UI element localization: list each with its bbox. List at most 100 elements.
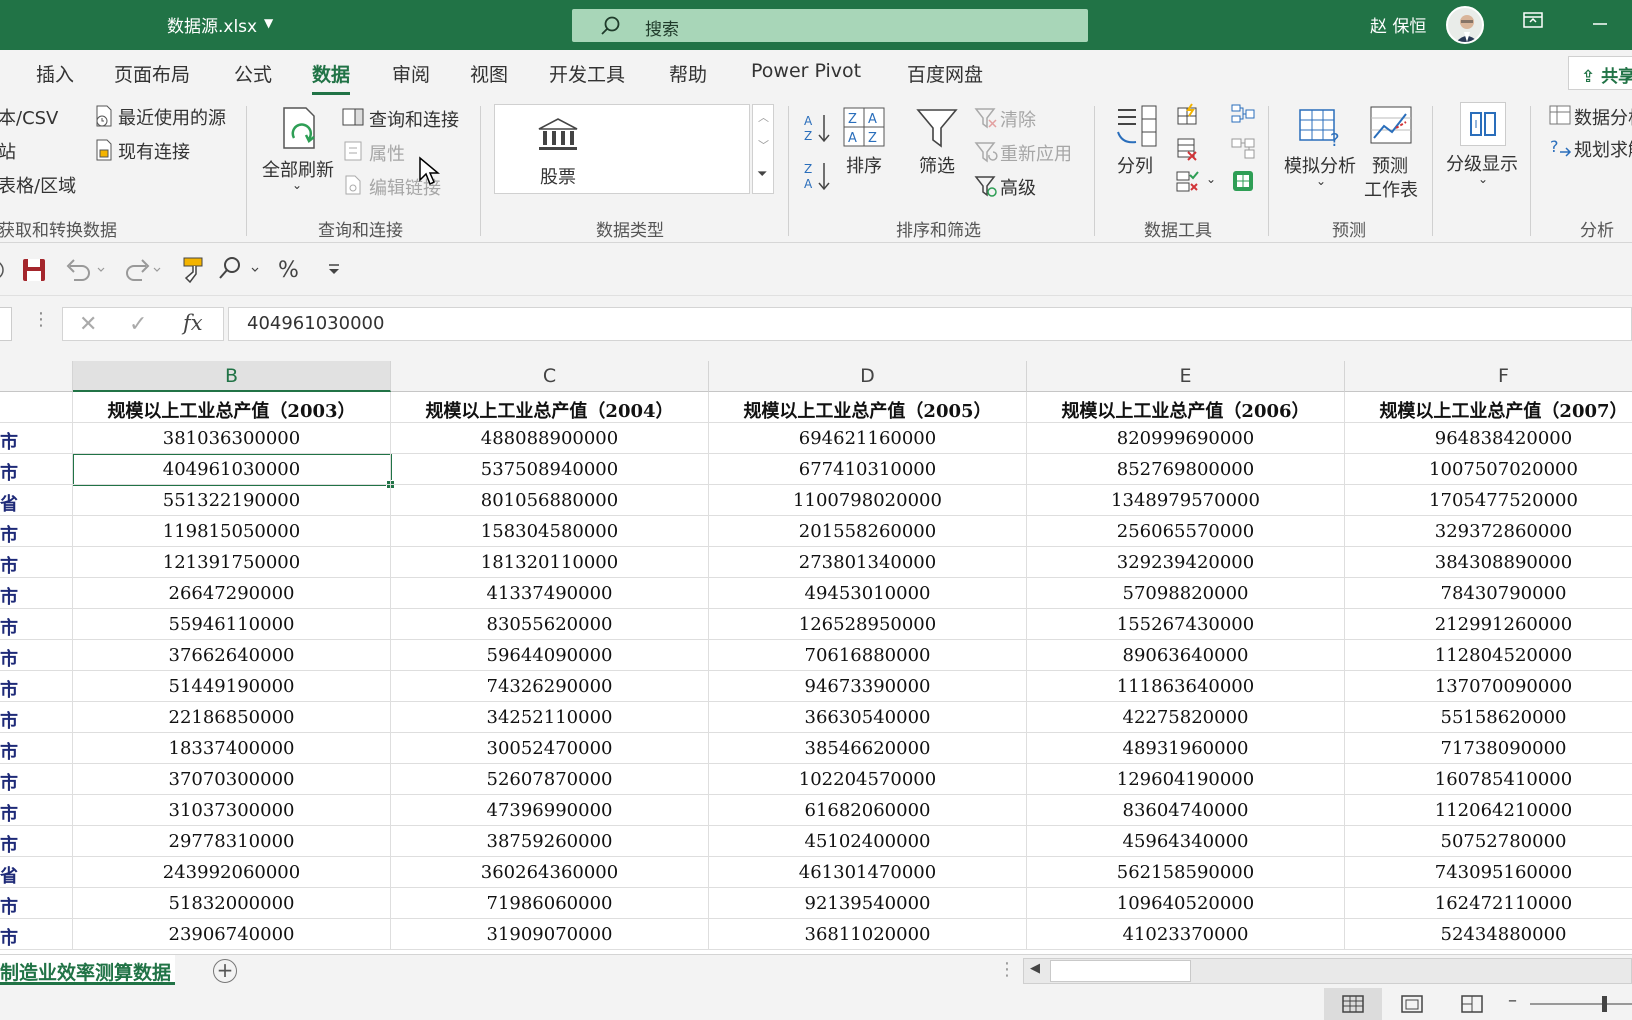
table-cell[interactable]: 121391750000 xyxy=(73,547,391,578)
table-cell[interactable]: 329239420000 xyxy=(1027,547,1345,578)
advanced-button[interactable]: 高级 xyxy=(1000,174,1036,200)
table-cell[interactable]: 694621160000 xyxy=(709,423,1027,454)
table-cell[interactable]: 23906740000 xyxy=(73,919,391,950)
from-web-button[interactable]: 站 xyxy=(0,138,16,164)
autosave-icon[interactable] xyxy=(0,258,8,286)
add-sheet-icon[interactable]: + xyxy=(213,959,237,983)
table-cell[interactable]: 256065570000 xyxy=(1027,516,1345,547)
what-if-analysis-icon[interactable]: ? xyxy=(1296,104,1344,152)
reapply-button[interactable]: 重新应用 xyxy=(1000,140,1072,166)
table-cell[interactable]: 181320110000 xyxy=(391,547,709,578)
table-cell[interactable]: 461301470000 xyxy=(709,857,1027,888)
forecast-sheet-icon[interactable] xyxy=(1368,104,1414,150)
from-text-csv-button[interactable]: 本/CSV xyxy=(0,104,58,130)
table-cell[interactable]: 1100798020000 xyxy=(709,485,1027,516)
tab-page-layout[interactable]: 页面布局 xyxy=(114,60,190,87)
data-analysis-button[interactable]: 数据分析 xyxy=(1574,104,1632,130)
table-cell[interactable]: 45964340000 xyxy=(1027,826,1345,857)
more-icon[interactable]: ⏷ xyxy=(757,167,767,182)
cell-region[interactable]: 市 xyxy=(0,516,73,547)
table-cell[interactable]: 160785410000 xyxy=(1345,764,1632,795)
cell-region[interactable]: 市 xyxy=(0,733,73,764)
chevron-up-icon[interactable]: ︿ xyxy=(758,109,769,125)
table-cell[interactable]: 26647290000 xyxy=(73,578,391,609)
scroll-thumb[interactable] xyxy=(1050,960,1191,982)
cancel-icon[interactable]: ✕ xyxy=(79,312,97,337)
forecast-sheet-label-1[interactable]: 预测 xyxy=(1372,152,1408,178)
recent-sources-button[interactable]: 最近使用的源 xyxy=(118,104,226,130)
from-table-range-button[interactable]: 表格/区域 xyxy=(0,172,76,198)
page-layout-view-icon[interactable] xyxy=(1400,994,1424,1018)
table-cell[interactable]: 89063640000 xyxy=(1027,640,1345,671)
table-cell[interactable]: 162472110000 xyxy=(1345,888,1632,919)
formula-input[interactable]: 404961030000 xyxy=(228,307,1632,341)
table-cell[interactable]: 137070090000 xyxy=(1345,671,1632,702)
cell-region[interactable]: 市 xyxy=(0,671,73,702)
format-painter-icon[interactable] xyxy=(178,254,208,288)
search-box[interactable]: 搜索 xyxy=(572,9,1088,42)
table-cell[interactable]: 102204570000 xyxy=(709,764,1027,795)
tab-insert[interactable]: 插入 xyxy=(36,60,74,87)
table-cell[interactable]: 57098820000 xyxy=(1027,578,1345,609)
stocks-button[interactable]: 股票 xyxy=(540,163,576,189)
header-cell[interactable]: 规模以上工业总产值（2003） xyxy=(73,392,391,423)
find-icon[interactable] xyxy=(216,254,262,288)
cell-region[interactable]: 市 xyxy=(0,578,73,609)
table-cell[interactable]: 92139540000 xyxy=(709,888,1027,919)
table-cell[interactable]: 49453010000 xyxy=(709,578,1027,609)
data-validation-icon[interactable] xyxy=(1174,168,1200,198)
cell-region[interactable]: 市 xyxy=(0,888,73,919)
table-cell[interactable]: 801056880000 xyxy=(391,485,709,516)
table-cell[interactable]: 158304580000 xyxy=(391,516,709,547)
confirm-icon[interactable]: ✓ xyxy=(129,312,147,337)
table-cell[interactable]: 38759260000 xyxy=(391,826,709,857)
table-cell[interactable]: 38546620000 xyxy=(709,733,1027,764)
data-types-gallery[interactable]: 股票 xyxy=(494,104,750,194)
user-name[interactable]: 赵 保恒 xyxy=(1370,12,1426,37)
table-cell[interactable]: 47396990000 xyxy=(391,795,709,826)
table-cell[interactable]: 29778310000 xyxy=(73,826,391,857)
avatar[interactable] xyxy=(1446,6,1484,44)
table-cell[interactable]: 273801340000 xyxy=(709,547,1027,578)
properties-button[interactable]: 属性 xyxy=(369,140,405,166)
table-cell[interactable]: 31037300000 xyxy=(73,795,391,826)
redo-icon[interactable] xyxy=(120,256,164,288)
data-model-icon[interactable] xyxy=(1230,168,1256,198)
column-header-b[interactable]: B xyxy=(73,361,391,392)
sort-descending-icon[interactable]: ZA xyxy=(802,160,832,196)
chevron-down-icon[interactable]: ⌄ xyxy=(1478,172,1488,186)
table-cell[interactable]: 126528950000 xyxy=(709,609,1027,640)
consolidate-icon[interactable] xyxy=(1230,102,1256,132)
existing-connections-button[interactable]: 现有连接 xyxy=(118,138,190,164)
table-cell[interactable]: 70616880000 xyxy=(709,640,1027,671)
zoom-slider-thumb[interactable] xyxy=(1602,996,1607,1012)
remove-duplicates-icon[interactable] xyxy=(1174,136,1200,166)
cell-region[interactable]: 市 xyxy=(0,609,73,640)
tab-data[interactable]: 数据 xyxy=(312,60,351,95)
cell-region[interactable]: 市 xyxy=(0,764,73,795)
outline-icon[interactable] xyxy=(1460,102,1506,146)
select-all-corner[interactable] xyxy=(0,361,73,392)
text-to-columns-icon[interactable] xyxy=(1112,102,1160,154)
refresh-all-icon[interactable] xyxy=(278,104,324,158)
table-cell[interactable]: 562158590000 xyxy=(1027,857,1345,888)
table-cell[interactable]: 83055620000 xyxy=(391,609,709,640)
table-cell[interactable]: 360264360000 xyxy=(391,857,709,888)
clear-button[interactable]: 清除 xyxy=(1000,106,1036,132)
column-header-e[interactable]: E xyxy=(1027,361,1345,392)
table-cell[interactable]: 37070300000 xyxy=(73,764,391,795)
table-cell[interactable]: 243992060000 xyxy=(73,857,391,888)
table-cell[interactable]: 48931960000 xyxy=(1027,733,1345,764)
header-cell[interactable]: 规模以上工业总产值（2007） xyxy=(1345,392,1632,423)
table-cell[interactable]: 31909070000 xyxy=(391,919,709,950)
table-cell[interactable]: 1705477520000 xyxy=(1345,485,1632,516)
cell-region[interactable]: 省 xyxy=(0,857,73,888)
scroll-left-icon[interactable]: ◀ xyxy=(1030,961,1040,976)
column-header-d[interactable]: D xyxy=(709,361,1027,392)
header-cell[interactable]: 规模以上工业总产值（2006） xyxy=(1027,392,1345,423)
table-cell[interactable]: 51832000000 xyxy=(73,888,391,919)
sheet-tab[interactable]: 制造业效率测算数据 xyxy=(0,955,175,985)
table-cell[interactable]: 964838420000 xyxy=(1345,423,1632,454)
filter-icon[interactable] xyxy=(916,106,958,154)
table-cell[interactable]: 129604190000 xyxy=(1027,764,1345,795)
